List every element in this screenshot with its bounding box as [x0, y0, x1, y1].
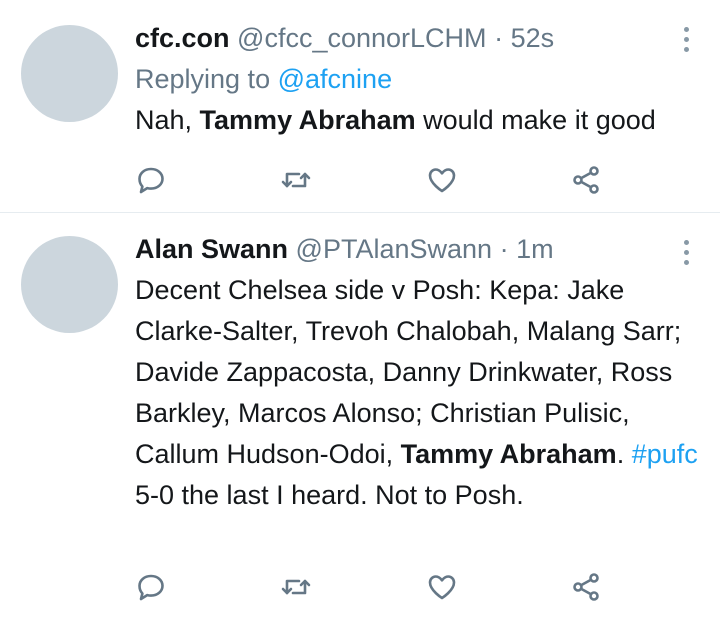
user-handle[interactable]: @PTAlanSwann [296, 234, 493, 264]
share-icon[interactable] [568, 569, 604, 605]
separator-dot: · [499, 234, 509, 264]
tweet-text: Nah, Tammy Abraham would make it good [135, 100, 700, 141]
retweet-icon[interactable] [278, 162, 314, 198]
timestamp[interactable]: 52s [511, 23, 555, 53]
tweet-header: Alan Swann @PTAlanSwann · 1m [135, 229, 700, 270]
replying-to: Replying to @afcnine [135, 59, 700, 100]
display-name[interactable]: cfc.con [135, 23, 230, 53]
mention-link[interactable]: @afcnine [278, 64, 392, 94]
tweet-text-part: 5-0 the last I heard. Not to Posh. [135, 480, 524, 510]
tweet-text-part: . [616, 439, 632, 469]
tweet[interactable]: cfc.con @cfcc_connorLCHM · 52s Replying … [0, 0, 720, 213]
tweet-text-part: Nah, [135, 105, 200, 135]
tweet-actions [0, 569, 720, 605]
tweet-content: Alan Swann @PTAlanSwann · 1m Decent Chel… [135, 229, 700, 516]
replying-to-label: Replying to [135, 64, 271, 94]
reply-icon[interactable] [133, 162, 169, 198]
tweet-header: cfc.con @cfcc_connorLCHM · 52s [135, 18, 700, 59]
heart-icon[interactable] [424, 162, 460, 198]
tweet[interactable]: Alan Swann @PTAlanSwann · 1m Decent Chel… [0, 213, 720, 617]
avatar[interactable] [21, 25, 118, 122]
timestamp[interactable]: 1m [516, 234, 554, 264]
tweet-text-bold: Tammy Abraham [400, 439, 617, 469]
tweet-text-part: would make it good [415, 105, 656, 135]
tweet-text-bold: Tammy Abraham [199, 105, 416, 135]
separator-dot: · [494, 23, 504, 53]
tweet-content: cfc.con @cfcc_connorLCHM · 52s Replying … [135, 18, 700, 141]
tweet-text: Decent Chelsea side v Posh: Kepa: Jake C… [135, 270, 700, 516]
tweet-actions [0, 162, 720, 198]
display-name[interactable]: Alan Swann [135, 234, 288, 264]
avatar[interactable] [21, 236, 118, 333]
hashtag-link[interactable]: #pufc [632, 439, 698, 469]
heart-icon[interactable] [424, 569, 460, 605]
reply-icon[interactable] [133, 569, 169, 605]
retweet-icon[interactable] [278, 569, 314, 605]
share-icon[interactable] [568, 162, 604, 198]
user-handle[interactable]: @cfcc_connorLCHM [237, 23, 487, 53]
